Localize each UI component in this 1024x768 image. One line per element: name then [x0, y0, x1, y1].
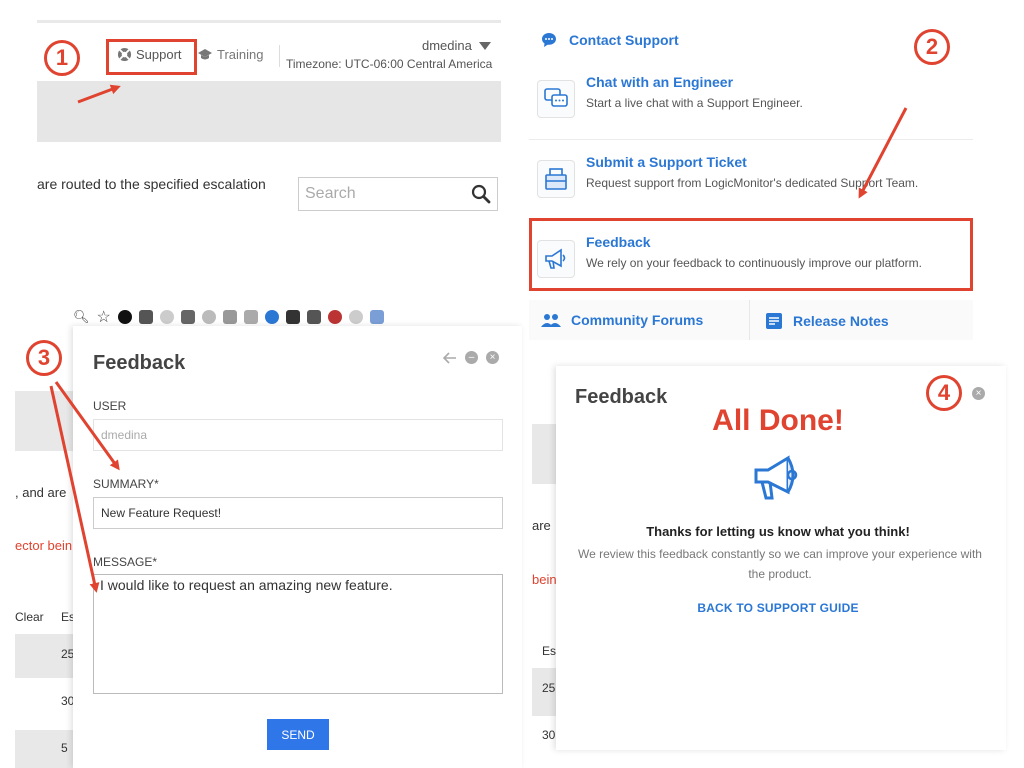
extension-3-icon[interactable] [159, 310, 174, 324]
minimize-icon[interactable]: – [465, 351, 478, 364]
back-to-support-guide-link[interactable]: BACK TO SUPPORT GUIDE [556, 601, 1000, 615]
bg-cell: 30 [542, 728, 556, 742]
bg-text-red: bein [532, 572, 557, 587]
nav-separator [279, 45, 280, 67]
message-label: MESSAGE* [93, 555, 158, 569]
bg-band [532, 424, 556, 484]
option-desc: Request support from LogicMonitor's dedi… [586, 176, 919, 190]
bg-text: , and are [15, 485, 67, 500]
release-notes-link[interactable]: Release Notes [765, 312, 889, 330]
extension-6-icon[interactable] [222, 310, 237, 324]
megaphone-icon [754, 455, 798, 500]
extension-9-icon[interactable] [285, 310, 300, 324]
magnifier-icon[interactable] [471, 184, 491, 204]
contact-support-title: Contact Support [569, 32, 679, 48]
close-icon[interactable]: × [486, 351, 499, 364]
step-1-badge: 1 [44, 40, 80, 76]
chat-bubble-icon [542, 33, 556, 47]
option-desc: Start a live chat with a Support Enginee… [586, 96, 803, 110]
user-label: USER [93, 399, 127, 413]
bottom-separator [749, 300, 750, 340]
bg-cell: 25 [542, 681, 556, 695]
header-band [37, 81, 501, 142]
people-icon [541, 314, 561, 327]
send-button[interactable]: SEND [267, 719, 329, 750]
document-icon [766, 313, 782, 329]
bg-cell: 5 [61, 741, 68, 755]
bg-band [15, 391, 73, 451]
feedback-form-panel: Feedback – × USER dmedina SUMMARY* New F… [73, 326, 522, 768]
community-forums-label: Community Forums [571, 312, 704, 328]
thanks-text: Thanks for letting us know what you thin… [646, 524, 910, 539]
extension-8-icon[interactable] [264, 310, 279, 324]
extension-2-icon[interactable] [138, 310, 153, 324]
contact-support-panel: Contact Support Chat with an Engineer St… [529, 20, 973, 340]
extension-1-icon[interactable] [117, 310, 132, 324]
support-highlight-box [106, 39, 197, 75]
close-icon[interactable]: × [972, 387, 985, 400]
bg-col-es: Es [542, 644, 557, 658]
ticket-icon [537, 160, 575, 198]
extension-5-icon[interactable] [201, 310, 216, 324]
summary-label: SUMMARY* [93, 477, 159, 491]
panel-controls: – × [443, 351, 499, 364]
timezone-text: Timezone: UTC-06:00 Central America [286, 57, 493, 71]
bg-col-clear: Clear [15, 610, 44, 624]
feedback-highlight-box [529, 218, 973, 291]
back-arrow-icon[interactable] [443, 351, 457, 364]
search-box[interactable] [298, 177, 498, 211]
username[interactable]: dmedina [422, 38, 472, 53]
star-icon[interactable]: ☆ [97, 307, 111, 327]
graduation-cap-icon [198, 48, 212, 59]
user-dropdown-caret-icon[interactable] [479, 42, 491, 50]
all-done-heading: All Done! [712, 404, 844, 437]
bg-text-red: ector bein [15, 538, 73, 553]
top-border [37, 20, 501, 23]
release-notes-label: Release Notes [793, 313, 889, 329]
zoom-icon[interactable]: 🔍︎ [73, 309, 90, 325]
chat-icon [537, 80, 575, 118]
training-nav-item[interactable]: Training [197, 47, 263, 62]
bg-text: are [532, 518, 551, 533]
extension-10-icon[interactable] [306, 310, 321, 324]
extension-13-icon[interactable] [369, 310, 384, 324]
step-3-badge: 3 [26, 340, 62, 376]
training-label: Training [217, 47, 264, 62]
step-4-badge: 4 [926, 375, 962, 411]
bottom-links-bar: Community Forums Release Notes [529, 300, 973, 340]
message-field[interactable]: I would like to request an amazing new f… [93, 574, 503, 694]
option-title: Submit a Support Ticket [586, 154, 747, 170]
user-field: dmedina [93, 419, 503, 451]
feedback-form-title: Feedback [93, 352, 186, 374]
feedback-done-panel: Feedback × All Done! Thanks for letting … [556, 366, 1006, 750]
summary-field[interactable]: New Feature Request! [93, 497, 503, 529]
review-text: We review this feedback constantly so we… [578, 547, 982, 581]
extension-4-icon[interactable] [180, 310, 195, 324]
escalation-text: are routed to the specified escalation [37, 176, 266, 192]
extension-11-icon[interactable] [327, 310, 342, 324]
option-chat-engineer[interactable]: Chat with an Engineer Start a live chat … [529, 62, 973, 140]
step-2-badge: 2 [914, 29, 950, 65]
extension-7-icon[interactable] [243, 310, 258, 324]
contact-support-header: Contact Support [541, 32, 679, 48]
extension-12-icon[interactable] [348, 310, 363, 324]
option-title: Chat with an Engineer [586, 74, 734, 90]
community-forums-link[interactable]: Community Forums [541, 312, 703, 328]
browser-toolbar: 🔍︎ ☆ [15, 308, 522, 326]
option-support-ticket[interactable]: Submit a Support Ticket Request support … [529, 142, 973, 220]
search-input[interactable] [305, 185, 465, 203]
